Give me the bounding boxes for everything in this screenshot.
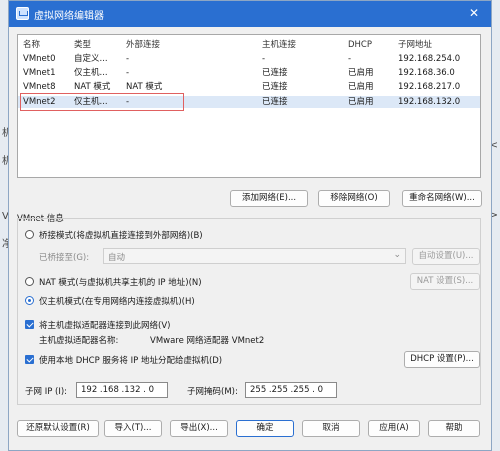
cell-dhcp: 已启用: [348, 68, 374, 78]
table-row[interactable]: VMnet8 NAT 模式 NAT 模式 已连接 已启用 192.168.217…: [18, 81, 480, 93]
apply-button[interactable]: 应用(A): [368, 420, 420, 437]
host-only-mode-radio[interactable]: [25, 296, 34, 305]
cell-type: NAT 模式: [74, 82, 111, 92]
cell-name: VMnet1: [23, 68, 56, 78]
bridged-to-value: 自动: [108, 253, 126, 263]
virtual-network-editor-dialog: 虚拟网络编辑器 ✕ 名称 类型 外部连接 主机连接 DHCP 子网地址 VMne…: [8, 0, 492, 451]
help-button[interactable]: 帮助: [428, 420, 480, 437]
cell-name: VMnet0: [23, 54, 56, 64]
add-network-button[interactable]: 添加网络(E)...: [230, 190, 308, 207]
use-dhcp-label[interactable]: 使用本地 DHCP 服务将 IP 地址分配给虚拟机(D): [39, 354, 222, 366]
column-header-subnet[interactable]: 子网地址: [398, 39, 432, 51]
title-bar[interactable]: 虚拟网络编辑器 ✕: [9, 1, 491, 27]
column-header-host[interactable]: 主机连接: [262, 39, 296, 51]
adapter-name-prefix: 主机虚拟适配器名称:: [39, 336, 119, 346]
subnet-mask-field[interactable]: 255 .255 .255 . 0: [245, 382, 337, 398]
export-button[interactable]: 导出(X)...: [170, 420, 228, 437]
connect-adapter-label[interactable]: 将主机虚拟适配器连接到此网络(V): [39, 319, 170, 331]
bridged-mode-label[interactable]: 桥接模式(将虚拟机直接连接到外部网络)(B): [39, 229, 203, 241]
cell-external: NAT 模式: [126, 82, 163, 92]
network-editor-icon: [16, 7, 29, 20]
cell-external: -: [126, 68, 130, 78]
nat-mode-label[interactable]: NAT 模式(与虚拟机共享主机的 IP 地址)(N): [39, 276, 202, 288]
cell-dhcp: 已启用: [348, 82, 374, 92]
rename-network-button[interactable]: 重命名网络(W)...: [402, 190, 482, 207]
dhcp-settings-button[interactable]: DHCP 设置(P)...: [404, 351, 480, 368]
vmnet-info-group: [17, 218, 481, 405]
cell-type: 自定义...: [74, 54, 108, 64]
cell-type: 仅主机...: [74, 68, 108, 78]
cell-subnet: 192.168.36.0: [398, 68, 455, 78]
window-title: 虚拟网络编辑器: [34, 11, 104, 22]
auto-settings-button[interactable]: 自动设置(U)...: [412, 248, 480, 265]
nat-settings-button[interactable]: NAT 设置(S)...: [410, 273, 480, 290]
bridged-to-label: 已桥接至(G):: [39, 253, 90, 263]
restore-defaults-button[interactable]: 还原默认设置(R): [17, 420, 99, 437]
column-header-type[interactable]: 类型: [74, 39, 91, 51]
table-row[interactable]: VMnet0 自定义... - - - 192.168.254.0: [18, 53, 480, 65]
red-highlight-annotation: [20, 93, 184, 111]
subnet-mask-label: 子网掩码(M):: [187, 387, 238, 397]
ok-button[interactable]: 确定: [236, 420, 294, 437]
cell-subnet: 192.168.132.0: [398, 97, 461, 107]
cell-host: -: [262, 54, 266, 64]
cell-host: 已连接: [262, 82, 288, 92]
cell-host: 已连接: [262, 97, 288, 107]
column-header-external[interactable]: 外部连接: [126, 39, 160, 51]
table-header: 名称 类型 外部连接 主机连接 DHCP 子网地址: [18, 39, 480, 51]
table-row[interactable]: VMnet1 仅主机... - 已连接 已启用 192.168.36.0: [18, 67, 480, 79]
nat-mode-radio[interactable]: [25, 277, 34, 286]
cell-subnet: 192.168.217.0: [398, 82, 461, 92]
import-button[interactable]: 导入(T)...: [104, 420, 162, 437]
network-list[interactable]: 名称 类型 外部连接 主机连接 DHCP 子网地址 VMnet0 自定义... …: [17, 34, 481, 178]
host-only-mode-label[interactable]: 仅主机模式(在专用网络内连接虚拟机)(H): [39, 295, 195, 307]
cell-external: -: [126, 54, 130, 64]
use-dhcp-checkbox[interactable]: [25, 355, 34, 364]
bridged-mode-radio[interactable]: [25, 230, 34, 239]
adapter-name-value: VMware 网络适配器 VMnet2: [150, 336, 265, 346]
subnet-ip-field[interactable]: 192 .168 .132 . 0: [76, 382, 168, 398]
subnet-ip-label: 子网 IP (I):: [25, 387, 68, 397]
bridged-to-select[interactable]: 自动 ⌄: [103, 248, 406, 264]
cell-dhcp: -: [348, 54, 352, 64]
remove-network-button[interactable]: 移除网络(O): [318, 190, 390, 207]
connect-adapter-checkbox[interactable]: [25, 320, 34, 329]
cell-dhcp: 已启用: [348, 97, 374, 107]
close-button[interactable]: ✕: [465, 4, 483, 22]
cell-name: VMnet8: [23, 82, 56, 92]
cancel-button[interactable]: 取消: [302, 420, 360, 437]
cell-host: 已连接: [262, 68, 288, 78]
column-header-name[interactable]: 名称: [23, 39, 40, 51]
cell-subnet: 192.168.254.0: [398, 54, 461, 64]
chevron-down-icon: ⌄: [393, 250, 401, 260]
column-header-dhcp[interactable]: DHCP: [348, 39, 372, 51]
close-icon: ✕: [468, 6, 480, 20]
